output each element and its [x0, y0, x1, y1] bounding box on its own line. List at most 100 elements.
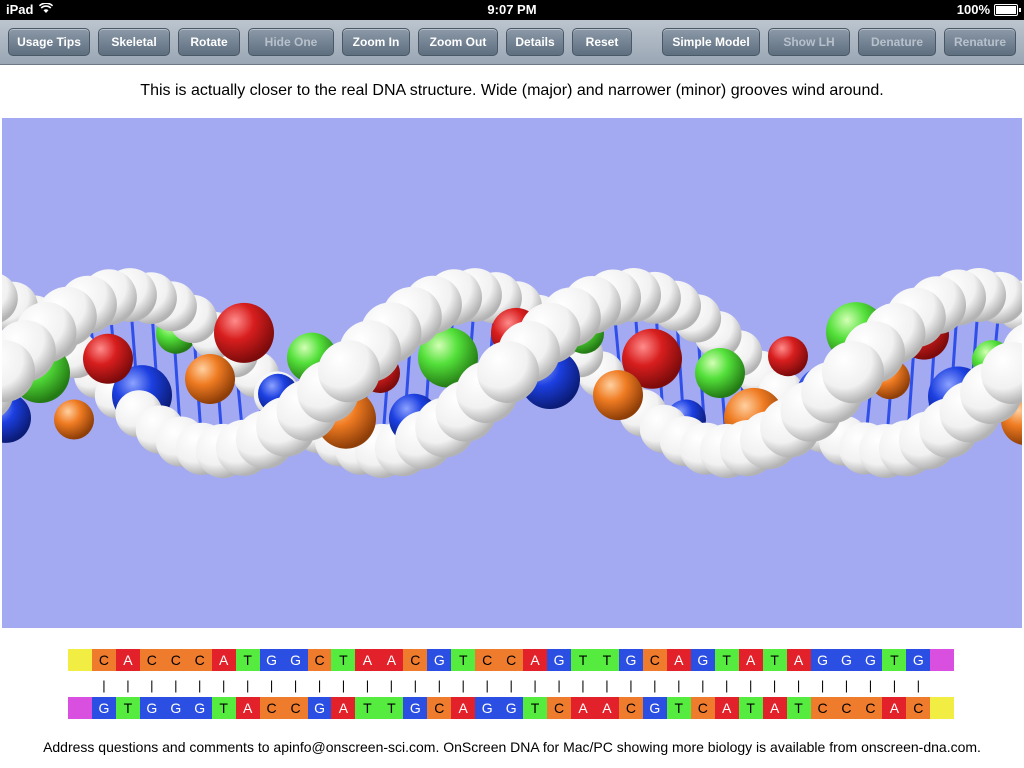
atom-sphere	[477, 341, 539, 403]
base-cell: A	[451, 697, 476, 719]
base-cell: T	[115, 697, 140, 719]
base-cell: C	[283, 697, 308, 719]
bond-mark: |	[701, 677, 705, 693]
base-cell: C	[547, 697, 572, 719]
atom-sphere	[822, 341, 884, 404]
usage-tips-button[interactable]: Usage Tips	[8, 28, 90, 56]
base-cell: T	[211, 697, 236, 719]
atom-sphere	[54, 399, 94, 440]
bond-mark: |	[796, 677, 801, 693]
bond-mark: |	[102, 677, 106, 693]
base-cell: C	[690, 697, 715, 719]
strand-end-5prime	[68, 649, 92, 671]
toolbar: Usage Tips Skeletal Rotate Hide One Zoom…	[0, 20, 1024, 65]
bond-mark: |	[317, 677, 322, 693]
zoom-out-button[interactable]: Zoom Out	[418, 28, 498, 56]
bond-mark: |	[844, 677, 849, 693]
denature-button[interactable]: Denature	[858, 28, 936, 56]
bond-mark: |	[892, 677, 897, 693]
bond-mark: |	[461, 677, 465, 693]
base-cell: T	[882, 649, 907, 671]
renature-button[interactable]: Renature	[944, 28, 1016, 56]
status-right: 100%	[956, 2, 1021, 17]
base-cell: T	[594, 649, 619, 671]
bond-mark: |	[557, 677, 561, 693]
base-cell: C	[906, 697, 931, 719]
strand-end-5prime	[930, 697, 955, 719]
base-cell: C	[475, 649, 500, 671]
status-bar: iPad 9:07 PM 100%	[0, 0, 1024, 20]
base-cell: G	[858, 649, 883, 671]
base-cell: G	[906, 649, 931, 671]
hide-one-button[interactable]: Hide One	[248, 28, 334, 56]
battery-icon	[994, 3, 1021, 16]
base-cell: T	[523, 697, 548, 719]
base-cell: G	[810, 649, 835, 671]
reset-button[interactable]: Reset	[572, 28, 632, 56]
bond-mark: |	[269, 677, 274, 693]
base-cell: T	[762, 649, 787, 671]
bond-mark: |	[245, 677, 250, 693]
base-cell: A	[115, 649, 140, 671]
base-cell: C	[427, 697, 452, 719]
base-cell: A	[235, 697, 260, 719]
base-pair-bonds: | | | | | | | | | | | | | | | | | | | | | | | | | | | | | | | | | | |	[68, 676, 954, 694]
base-cell: G	[307, 697, 332, 719]
footer-note: Address questions and comments to apinfo…	[43, 739, 981, 755]
base-cell: A	[379, 649, 404, 671]
base-cell: A	[571, 697, 595, 719]
battery-percent: 100%	[956, 2, 990, 17]
base-cell: C	[259, 697, 284, 719]
atom-sphere	[83, 333, 133, 384]
base-cell: A	[594, 697, 619, 719]
base-cell: T	[379, 697, 404, 719]
bond-mark: |	[365, 677, 370, 693]
base-cell: A	[355, 649, 380, 671]
skeletal-button[interactable]: Skeletal	[98, 28, 170, 56]
base-cell: C	[858, 697, 883, 719]
base-cell: G	[163, 697, 188, 719]
dna-helix-model	[2, 268, 1022, 479]
bond-mark: |	[820, 677, 825, 693]
caption: This is actually closer to the real DNA …	[140, 82, 884, 99]
base-cell: T	[355, 697, 380, 719]
bond-mark: |	[485, 677, 489, 693]
bond-mark: |	[150, 677, 154, 693]
base-cell: G	[499, 697, 524, 719]
base-cell: G	[427, 649, 452, 671]
bond-mark: |	[341, 677, 346, 693]
base-cell: C	[139, 649, 164, 671]
bond-mark: |	[677, 677, 681, 693]
base-cell: T	[235, 649, 260, 671]
base-cell: T	[786, 697, 811, 719]
base-cell: T	[714, 649, 739, 671]
atom-sphere	[185, 354, 235, 404]
base-cell: C	[91, 649, 116, 671]
bond-mark: |	[222, 677, 226, 693]
base-cell: C	[163, 649, 188, 671]
base-cell: G	[547, 649, 572, 671]
base-cell: C	[403, 649, 428, 671]
bond-mark: |	[437, 677, 441, 693]
details-button[interactable]: Details	[506, 28, 564, 56]
base-cell: C	[642, 649, 667, 671]
simple-model-button[interactable]: Simple Model	[662, 28, 760, 56]
rotate-button[interactable]: Rotate	[178, 28, 240, 56]
dna-3d-viewer[interactable]	[2, 118, 1022, 628]
base-cell: A	[882, 697, 907, 719]
show-lh-button[interactable]: Show LH	[768, 28, 850, 56]
base-cell: G	[475, 697, 500, 719]
base-cell: G	[834, 649, 859, 671]
bond-mark: |	[174, 677, 178, 693]
base-cell: G	[642, 697, 667, 719]
base-cell: T	[571, 649, 595, 671]
base-cell: T	[738, 697, 763, 719]
base-cell: G	[690, 649, 715, 671]
base-cell: C	[187, 649, 212, 671]
base-cell: G	[259, 649, 284, 671]
base-cell: G	[187, 697, 212, 719]
base-cell: G	[91, 697, 116, 719]
atom-sphere	[214, 302, 274, 363]
zoom-in-button[interactable]: Zoom In	[342, 28, 410, 56]
base-cell: G	[403, 697, 428, 719]
